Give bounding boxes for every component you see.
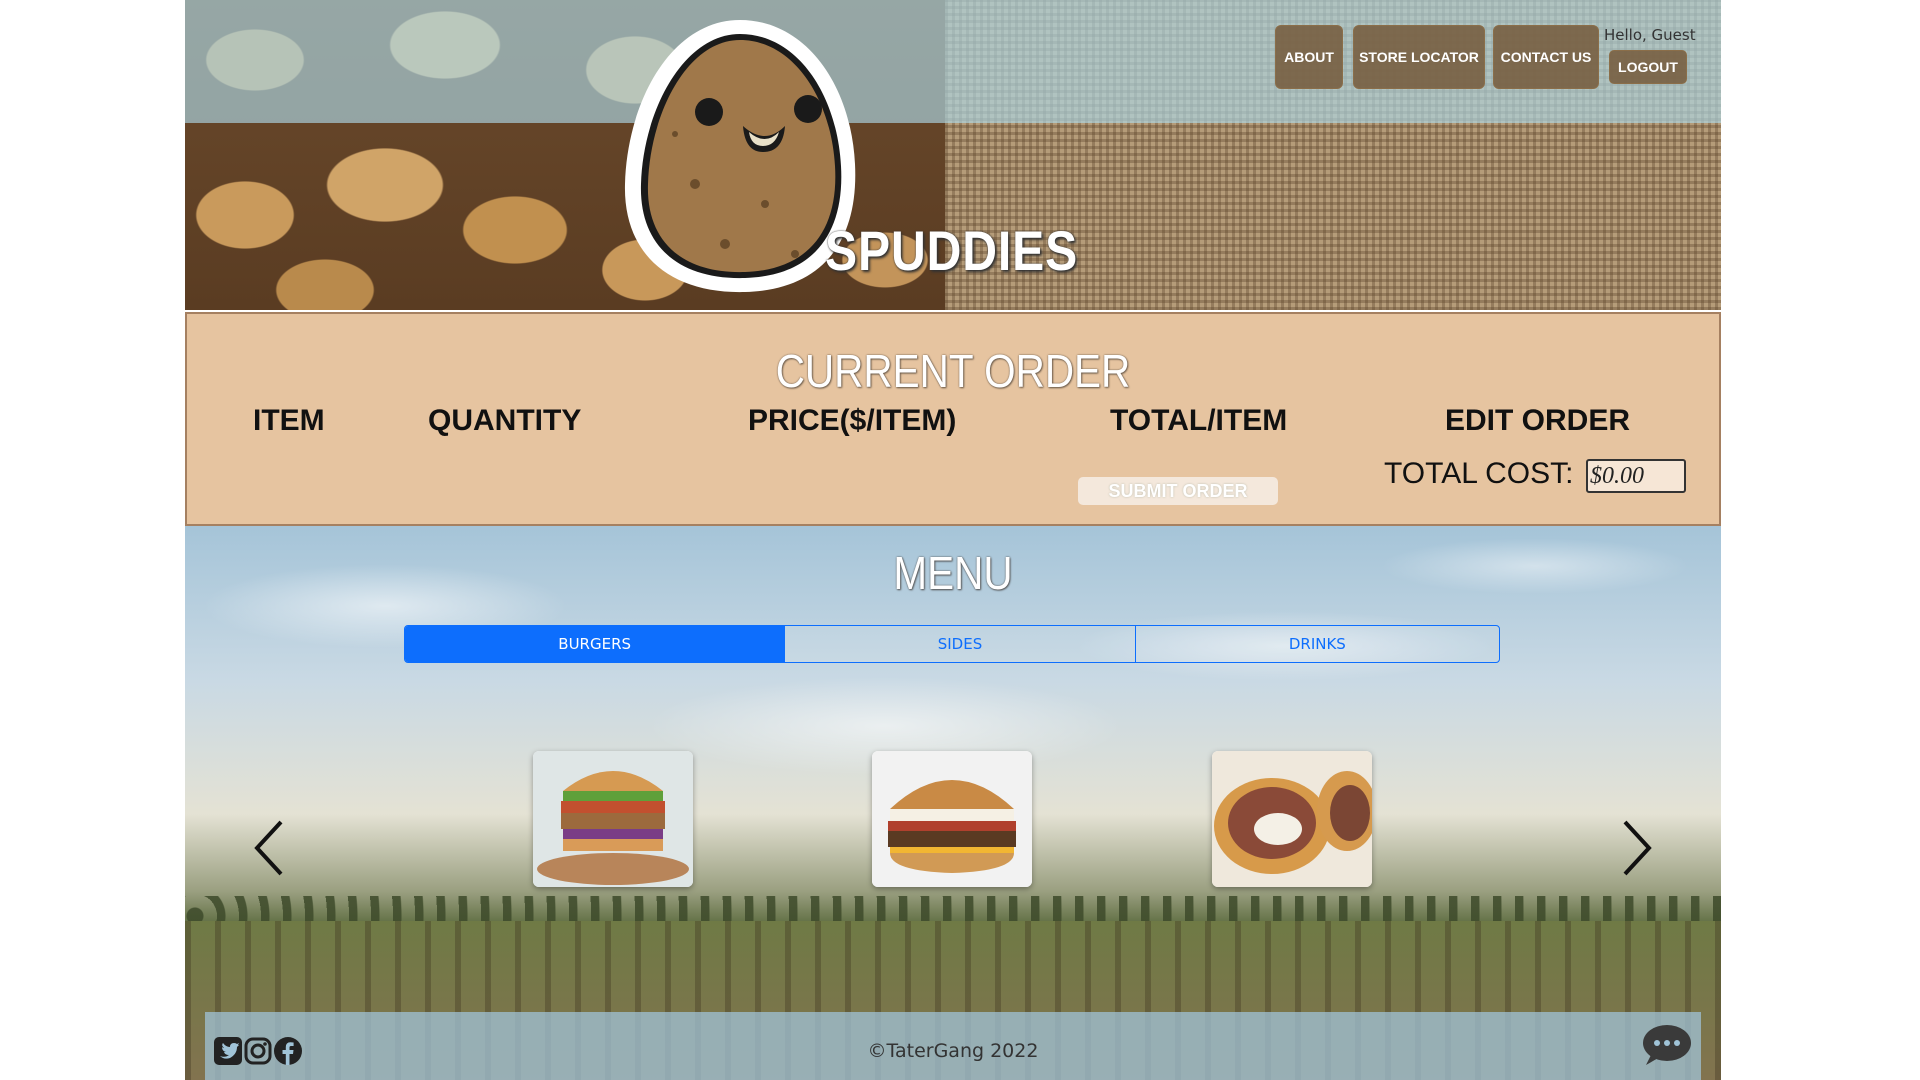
menu-category-tabs: BURGERS SIDES DRINKS (404, 625, 1500, 663)
column-header-item: ITEM (253, 404, 325, 437)
footer: ©TaterGang 2022 (205, 1012, 1701, 1080)
menu-item-card[interactable] (872, 751, 1032, 887)
column-header-total-per-item: TOTAL/ITEM (1110, 404, 1288, 437)
brand-name: SPUDDIES (825, 219, 1079, 282)
chat-bubble-icon[interactable] (1640, 1023, 1692, 1067)
column-header-price: PRICE($/ITEM) (748, 404, 957, 437)
user-greeting: Hello, Guest (1604, 26, 1696, 44)
menu-title: MENU (893, 547, 1013, 599)
nav-store-locator-button[interactable]: STORE LOCATOR (1353, 25, 1485, 89)
current-order-title: CURRENT ORDER (775, 345, 1131, 397)
nav-about-button[interactable]: ABOUT (1275, 25, 1343, 89)
tab-sides[interactable]: SIDES (784, 626, 1135, 662)
header-top-band (185, 0, 1721, 123)
header: SPUDDIES ABOUT STORE LOCATOR CONTACT US … (185, 0, 1721, 310)
total-cost-label: TOTAL COST: (1384, 457, 1574, 490)
nav-contact-us-button[interactable]: CONTACT US (1493, 25, 1599, 89)
column-header-quantity: QUANTITY (428, 404, 582, 437)
column-header-edit-order: EDIT ORDER (1445, 404, 1631, 437)
logout-button[interactable]: LOGOUT (1609, 50, 1687, 84)
chevron-right-icon[interactable] (1615, 818, 1655, 878)
tab-burgers[interactable]: BURGERS (405, 626, 785, 662)
current-order-panel: CURRENT ORDER ITEM QUANTITY PRICE($/ITEM… (185, 312, 1721, 526)
total-cost-field[interactable] (1586, 459, 1686, 493)
submit-order-button[interactable]: SUBMIT ORDER (1078, 477, 1278, 505)
chevron-left-icon[interactable] (251, 818, 291, 878)
menu-section: MENU BURGERS SIDES DRINKS (185, 526, 1721, 1080)
copyright-text: ©TaterGang 2022 (867, 1040, 1039, 1062)
menu-item-card[interactable] (1212, 751, 1372, 887)
page-frame: SPUDDIES ABOUT STORE LOCATOR CONTACT US … (185, 0, 1721, 1080)
tab-drinks[interactable]: DRINKS (1134, 626, 1499, 662)
menu-item-card[interactable] (533, 751, 693, 887)
